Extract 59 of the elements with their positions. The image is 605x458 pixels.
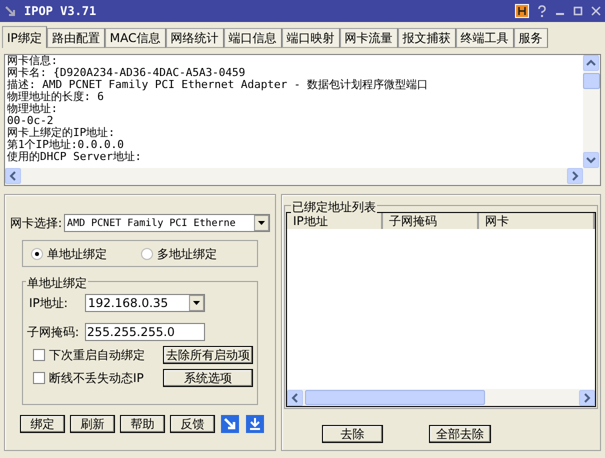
ip-label: IP地址: — [28, 295, 69, 312]
scroll-thumb[interactable] — [583, 73, 600, 89]
tab[interactable]: IP绑定 — [2, 26, 47, 48]
tab[interactable]: 端口映射 — [282, 28, 340, 48]
app-icon — [4, 5, 16, 17]
group-title: 单地址绑定 — [26, 274, 88, 292]
scroll-right-icon[interactable] — [567, 168, 583, 184]
nic-select[interactable]: AMD PCNET Family PCI Etherne — [64, 214, 270, 232]
tab[interactable]: 网卡流量 — [340, 28, 398, 48]
checkbox[interactable] — [33, 349, 45, 361]
subnet-mask-field[interactable]: 255.255.255.0 — [85, 323, 205, 341]
close-icon[interactable] — [591, 5, 601, 17]
vertical-scrollbar[interactable] — [583, 55, 600, 168]
footer-button[interactable]: 绑定 — [20, 415, 65, 433]
tab[interactable]: MAC信息 — [104, 28, 166, 48]
download-icon[interactable] — [245, 414, 265, 434]
tab[interactable]: 服务 — [514, 28, 548, 48]
scroll-up-icon[interactable] — [583, 55, 599, 71]
scroll-thumb[interactable] — [305, 390, 485, 405]
column-header[interactable]: IP地址 — [287, 213, 383, 229]
window-title: IPOP V3.71 — [24, 3, 96, 20]
tab[interactable]: 网络统计 — [166, 28, 224, 48]
tab[interactable]: 路由配置 — [46, 28, 105, 48]
radio-option[interactable]: 单地址绑定 — [31, 244, 107, 262]
subnet-mask-label: 子网掩码: — [27, 324, 80, 341]
footer-button[interactable]: 帮助 — [120, 415, 165, 433]
nic-select-label: 网卡选择: — [10, 215, 62, 232]
adapter-info-text: 网卡信息: 网卡名: {D920A234-AD36-4DAC-A5A3-0459 描述: AMD PCNET Family PCI Ethernet Adapter - 数据包计划程序微型端口 物理地址的长度: 6 物理地址: 00-0c-2 网卡上绑定的IP地址: 第1个IP地址:0.0.0.0 使用的DHCP Server地址: — [6, 55, 430, 165]
column-header[interactable]: 子网掩码 — [383, 213, 479, 229]
option-button[interactable]: 去除所有启动项 — [163, 346, 253, 364]
arrow-down-right-icon[interactable] — [220, 414, 240, 434]
radio-icon[interactable] — [141, 248, 153, 260]
horizontal-scrollbar[interactable] — [5, 168, 600, 185]
footer-button[interactable]: 刷新 — [70, 415, 115, 433]
app-logo-icon[interactable] — [515, 4, 529, 18]
checkbox-option[interactable]: 下次重启自动绑定 — [33, 346, 145, 364]
dropdown-icon[interactable] — [189, 295, 204, 311]
radio-icon[interactable] — [31, 248, 43, 260]
scroll-left-icon[interactable] — [287, 390, 303, 406]
tab[interactable]: 端口信息 — [224, 28, 282, 48]
footer-button[interactable]: 反馈 — [170, 415, 215, 433]
help-icon[interactable] — [537, 5, 547, 17]
ip-address-combo[interactable]: 192.168.0.35 — [85, 294, 205, 312]
option-button[interactable]: 系统选项 — [163, 369, 253, 387]
tab[interactable]: 终端工具 — [456, 28, 514, 48]
checkbox[interactable] — [33, 372, 45, 384]
dropdown-icon[interactable] — [254, 215, 269, 231]
maximize-icon[interactable] — [573, 5, 583, 17]
scroll-down-icon[interactable] — [583, 152, 599, 168]
checkbox-option[interactable]: 断线不丢失动态IP — [33, 369, 144, 387]
horizontal-scrollbar[interactable] — [287, 389, 595, 406]
list-button[interactable]: 全部去除 — [429, 425, 491, 443]
tab[interactable]: 报文捕获 — [398, 28, 456, 48]
group-title: 已绑定地址列表 — [291, 198, 377, 216]
column-header[interactable]: 网卡 — [479, 213, 595, 229]
scroll-right-icon[interactable] — [579, 390, 595, 406]
list-button[interactable]: 去除 — [322, 425, 383, 443]
scroll-left-icon[interactable] — [5, 168, 21, 184]
radio-option[interactable]: 多地址绑定 — [141, 244, 217, 262]
